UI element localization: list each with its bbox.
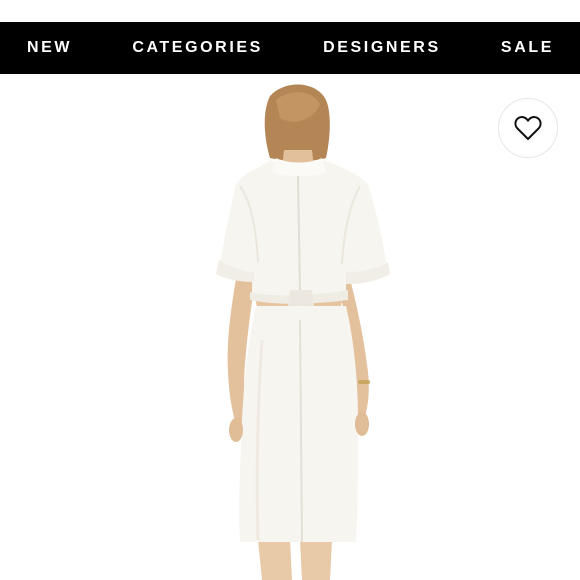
model-legs [258,540,332,580]
model-bracelet [358,380,370,384]
main-navigation: NEW CATEGORIES DESIGNERS SALE [0,22,580,74]
favorite-button[interactable] [498,98,558,158]
product-page: NEW CATEGORIES DESIGNERS SALE [0,0,580,580]
heart-outline-icon-path [514,116,542,140]
nav-item-designers[interactable]: DESIGNERS [323,39,441,57]
model-left-hand [229,418,243,442]
nav-item-categories[interactable]: CATEGORIES [132,39,263,57]
top-spacer [0,0,580,22]
dress-tie-knot [288,290,314,306]
product-image-area [0,74,580,580]
product-image[interactable] [0,74,580,580]
model-right-hand [355,412,369,436]
nav-item-sale[interactable]: SALE [501,39,554,57]
nav-item-new[interactable]: NEW [27,39,72,57]
heart-outline-icon [514,116,542,140]
